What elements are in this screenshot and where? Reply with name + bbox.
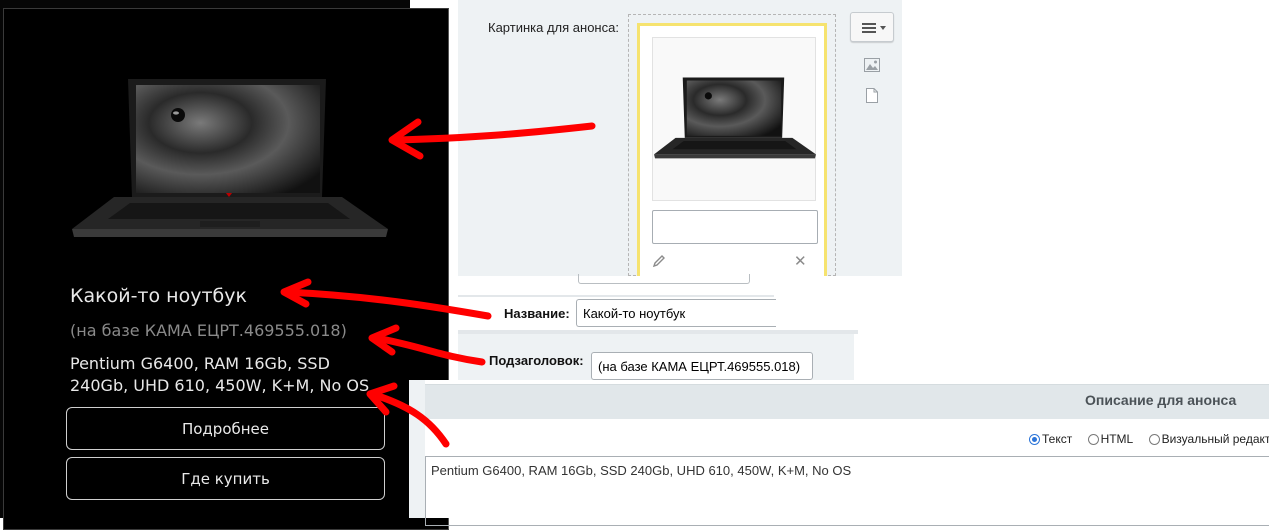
radio-button[interactable] — [1148, 433, 1160, 445]
hamburger-icon — [862, 23, 886, 33]
pencil-icon[interactable] — [652, 254, 666, 268]
subtitle-label: Подзаголовок: — [489, 353, 584, 368]
image-icon[interactable] — [864, 58, 880, 72]
file-icon[interactable] — [866, 88, 878, 103]
editor-mode-switch: Текст HTML Визуальный редакт — [1029, 432, 1269, 448]
mode-text-option[interactable]: Текст — [1029, 432, 1072, 446]
subtitle-input[interactable]: (на базе КАМА ЕЦРТ.469555.018) — [591, 352, 813, 380]
product-description: Pentium G6400, RAM 16Gb, SSD 240Gb, UHD … — [70, 354, 370, 395]
product-card-panel: Какой-то ноутбук (на базе КАМА ЕЦРТ.4695… — [0, 0, 449, 530]
mode-label: Текст — [1042, 432, 1073, 446]
laptop-image — [72, 79, 388, 237]
image-description-input[interactable] — [652, 210, 818, 244]
radio-button[interactable] — [1087, 433, 1099, 445]
subtitle-section: Подзаголовок: (на базе КАМА ЕЦРТ.469555.… — [458, 334, 854, 384]
more-button[interactable]: Подробнее — [66, 407, 385, 450]
image-preview[interactable] — [652, 37, 816, 201]
announce-image-label: Картинка для анонса: — [488, 20, 619, 35]
product-subtitle: (на базе КАМА ЕЦРТ.469555.018) — [70, 321, 347, 340]
product-title: Какой-то ноутбук — [70, 285, 247, 307]
divider — [458, 295, 774, 297]
mode-label: Визуальный редакт — [1161, 432, 1269, 446]
mode-label: HTML — [1100, 432, 1134, 446]
where-to-buy-button[interactable]: Где купить — [66, 457, 385, 500]
laptop-thumbnail — [654, 77, 816, 159]
image-menu-button[interactable] — [850, 12, 894, 42]
radio-button[interactable] — [1029, 433, 1040, 445]
close-icon[interactable]: ✕ — [794, 252, 807, 270]
name-label: Название: — [504, 306, 570, 321]
previous-input-edge — [578, 274, 750, 284]
image-preview-card: ✕ — [637, 23, 827, 276]
mode-visual-option[interactable]: Визуальный редакт — [1148, 432, 1269, 446]
name-section: Название: Какой-то ноутбук — [458, 274, 858, 334]
announce-image-section: Картинка для анонса: ✕ — [458, 0, 902, 276]
left-gutter — [409, 380, 425, 518]
announce-description-section: Описание для анонса Текст HTML Визуальны… — [409, 380, 1269, 526]
mode-html-option[interactable]: HTML — [1087, 432, 1134, 446]
announce-description-title: Описание для анонса — [1085, 392, 1237, 408]
product-card: Какой-то ноутбук (на базе КАМА ЕЦРТ.4695… — [3, 8, 449, 530]
name-input[interactable]: Какой-то ноутбук — [576, 299, 776, 327]
announce-description-textarea[interactable]: Pentium G6400, RAM 16Gb, SSD 240Gb, UHD … — [425, 456, 1269, 526]
